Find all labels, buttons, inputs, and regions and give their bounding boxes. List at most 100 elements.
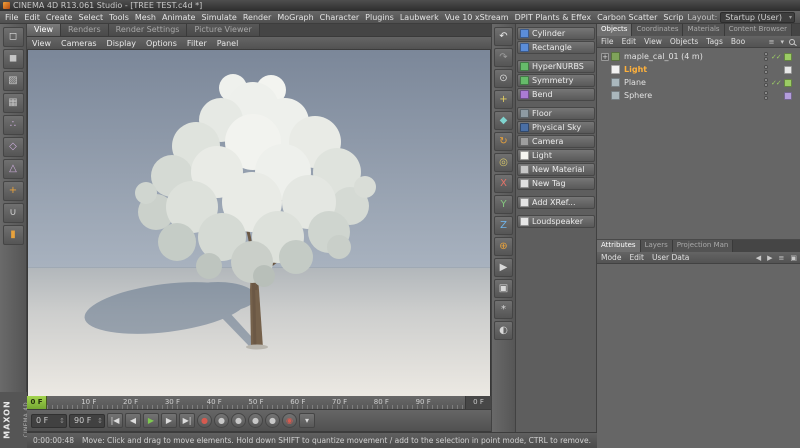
expander-icon[interactable]	[601, 79, 609, 87]
objects-menu-item[interactable]: File	[597, 37, 618, 46]
points-mode-icon[interactable]: ∴	[2, 115, 24, 135]
goto-start-button[interactable]: |◀	[107, 413, 123, 428]
object-tag-icon[interactable]	[784, 65, 792, 74]
object-label[interactable]: Sphere	[622, 91, 654, 100]
menu-item[interactable]: MoGraph	[274, 13, 316, 22]
autokey-button[interactable]: ◉	[282, 413, 297, 428]
object-label[interactable]: Light	[622, 65, 649, 74]
visibility-dot-render[interactable]	[764, 83, 768, 87]
rotate-tool-icon[interactable]: ↻	[494, 132, 513, 151]
record-parameter-button[interactable]: ●	[265, 413, 280, 428]
visibility-dot-editor[interactable]	[764, 65, 768, 69]
menu-item[interactable]: Carbon Scatter	[594, 13, 660, 22]
menu-item[interactable]: Simulate	[198, 13, 239, 22]
search-icon[interactable]	[789, 38, 795, 45]
expander-icon[interactable]: +	[601, 52, 609, 61]
command-button[interactable]: Camera	[517, 135, 595, 148]
object-row[interactable]: + maple_cal_01 (4 m) ✓✓	[597, 50, 800, 63]
layout-tab[interactable]: Renders	[60, 24, 109, 36]
viewport-menu-item[interactable]: Cameras	[56, 39, 102, 48]
record-keyframe-button[interactable]: ●	[197, 413, 212, 428]
command-button[interactable]: Physical Sky	[517, 121, 595, 134]
objects-menu-item[interactable]: View	[640, 37, 666, 46]
command-button[interactable]: Rectangle	[517, 41, 595, 54]
layout-tab[interactable]: Picture Viewer	[187, 24, 260, 36]
menu-item[interactable]: DPIT Plants & Effex	[512, 13, 595, 22]
enable-checks[interactable]: ✓✓	[771, 79, 782, 87]
enable-checks[interactable]: ✓✓	[771, 53, 782, 61]
command-button[interactable]: Loudspeaker	[517, 215, 595, 228]
texture-mode-icon[interactable]: ▨	[2, 71, 24, 91]
record-position-button[interactable]: ●	[214, 413, 229, 428]
panel-tab[interactable]: Coordinates	[632, 24, 684, 36]
goto-end-button[interactable]: ▶|	[179, 413, 195, 428]
visibility-dot-render[interactable]	[764, 96, 768, 100]
command-button[interactable]: Floor	[517, 107, 595, 120]
timeline-ruler[interactable]: 0 F 10 F 20 F 30 F 40 F 50 F 60 F 70 F 80 F 90 F…	[27, 396, 491, 410]
menu-item[interactable]: Plugins	[362, 13, 397, 22]
history-back-icon[interactable]: ◀	[753, 254, 764, 262]
record-rotation-button[interactable]: ●	[248, 413, 263, 428]
menu-item[interactable]: Laubwerk	[397, 13, 442, 22]
viewport-menu-item[interactable]: Panel	[212, 39, 244, 48]
panel-options-icon[interactable]: ≡	[776, 254, 788, 262]
attributes-menu-item[interactable]: Edit	[625, 253, 648, 262]
end-frame-field[interactable]: 90 F	[69, 413, 105, 428]
expander-icon[interactable]	[601, 92, 609, 100]
menu-item[interactable]: Vue 10 xStream	[442, 13, 512, 22]
render-picture-viewer-icon[interactable]: ▣	[494, 279, 513, 298]
command-button[interactable]: Light	[517, 149, 595, 162]
visibility-dot-editor[interactable]	[764, 91, 768, 95]
visibility-dot-editor[interactable]	[764, 78, 768, 82]
next-frame-button[interactable]: ▶	[161, 413, 177, 428]
live-selection-icon[interactable]: ⊙	[494, 69, 513, 88]
menu-item[interactable]: Create	[43, 13, 76, 22]
command-button[interactable]: Cylinder	[517, 27, 595, 40]
visibility-dots[interactable]	[764, 91, 768, 100]
expander-icon[interactable]	[601, 66, 609, 74]
coordinate-system-icon[interactable]: ⊕	[494, 237, 513, 256]
y-axis-lock-icon[interactable]: Y	[494, 195, 513, 214]
menu-item[interactable]: Select	[75, 13, 106, 22]
panel-tab[interactable]: Attributes	[597, 240, 641, 252]
render-view-icon[interactable]: ▶	[494, 258, 513, 277]
menu-item[interactable]: File	[2, 13, 21, 22]
command-button[interactable]: Symmetry	[517, 74, 595, 87]
panel-tab[interactable]: Projection Man	[672, 240, 734, 252]
panel-tab[interactable]: Layers	[640, 240, 673, 252]
menu-item[interactable]: Mesh	[132, 13, 159, 22]
visibility-dot-render[interactable]	[764, 70, 768, 74]
object-tag-icon[interactable]	[784, 91, 792, 100]
object-tag-icon[interactable]	[784, 78, 792, 87]
viewport-menu-item[interactable]: Display	[102, 39, 142, 48]
layout-tab[interactable]: View	[27, 24, 61, 36]
record-scale-button[interactable]: ●	[231, 413, 246, 428]
visibility-dot-render[interactable]	[764, 57, 768, 61]
visibility-dots[interactable]	[764, 65, 768, 74]
command-button[interactable]: Bend	[517, 88, 595, 101]
current-frame-field[interactable]: 0 F	[465, 396, 491, 409]
panel-tab[interactable]: Content Browser	[724, 24, 793, 36]
menu-item[interactable]: Animate	[159, 13, 199, 22]
menu-item[interactable]: Edit	[21, 13, 43, 22]
edges-mode-icon[interactable]: ◇	[2, 137, 24, 157]
scale-tool-icon[interactable]: ◆	[494, 111, 513, 130]
command-button[interactable]: HyperNURBS	[517, 60, 595, 73]
axis-mode-icon[interactable]: +	[2, 181, 24, 201]
x-axis-lock-icon[interactable]: X	[494, 174, 513, 193]
command-button[interactable]: New Tag	[517, 177, 595, 190]
polygons-mode-icon[interactable]: △	[2, 159, 24, 179]
filter-icon[interactable]: ≡	[766, 38, 778, 46]
panel-tab[interactable]: Materials	[683, 24, 725, 36]
object-row[interactable]: Light	[597, 63, 800, 76]
viewport-menu-item[interactable]: Filter	[182, 39, 212, 48]
playback-options-button[interactable]: ▾	[299, 413, 315, 428]
panel-tab[interactable]: Objects	[597, 24, 633, 36]
play-button[interactable]: ▶	[143, 413, 159, 428]
menu-item[interactable]: Character	[317, 13, 363, 22]
object-row[interactable]: Sphere	[597, 89, 800, 102]
object-label[interactable]: maple_cal_01 (4 m)	[622, 52, 705, 61]
object-row[interactable]: Plane ✓✓	[597, 76, 800, 89]
viewport[interactable]	[27, 50, 491, 396]
history-forward-icon[interactable]: ▶	[764, 254, 775, 262]
